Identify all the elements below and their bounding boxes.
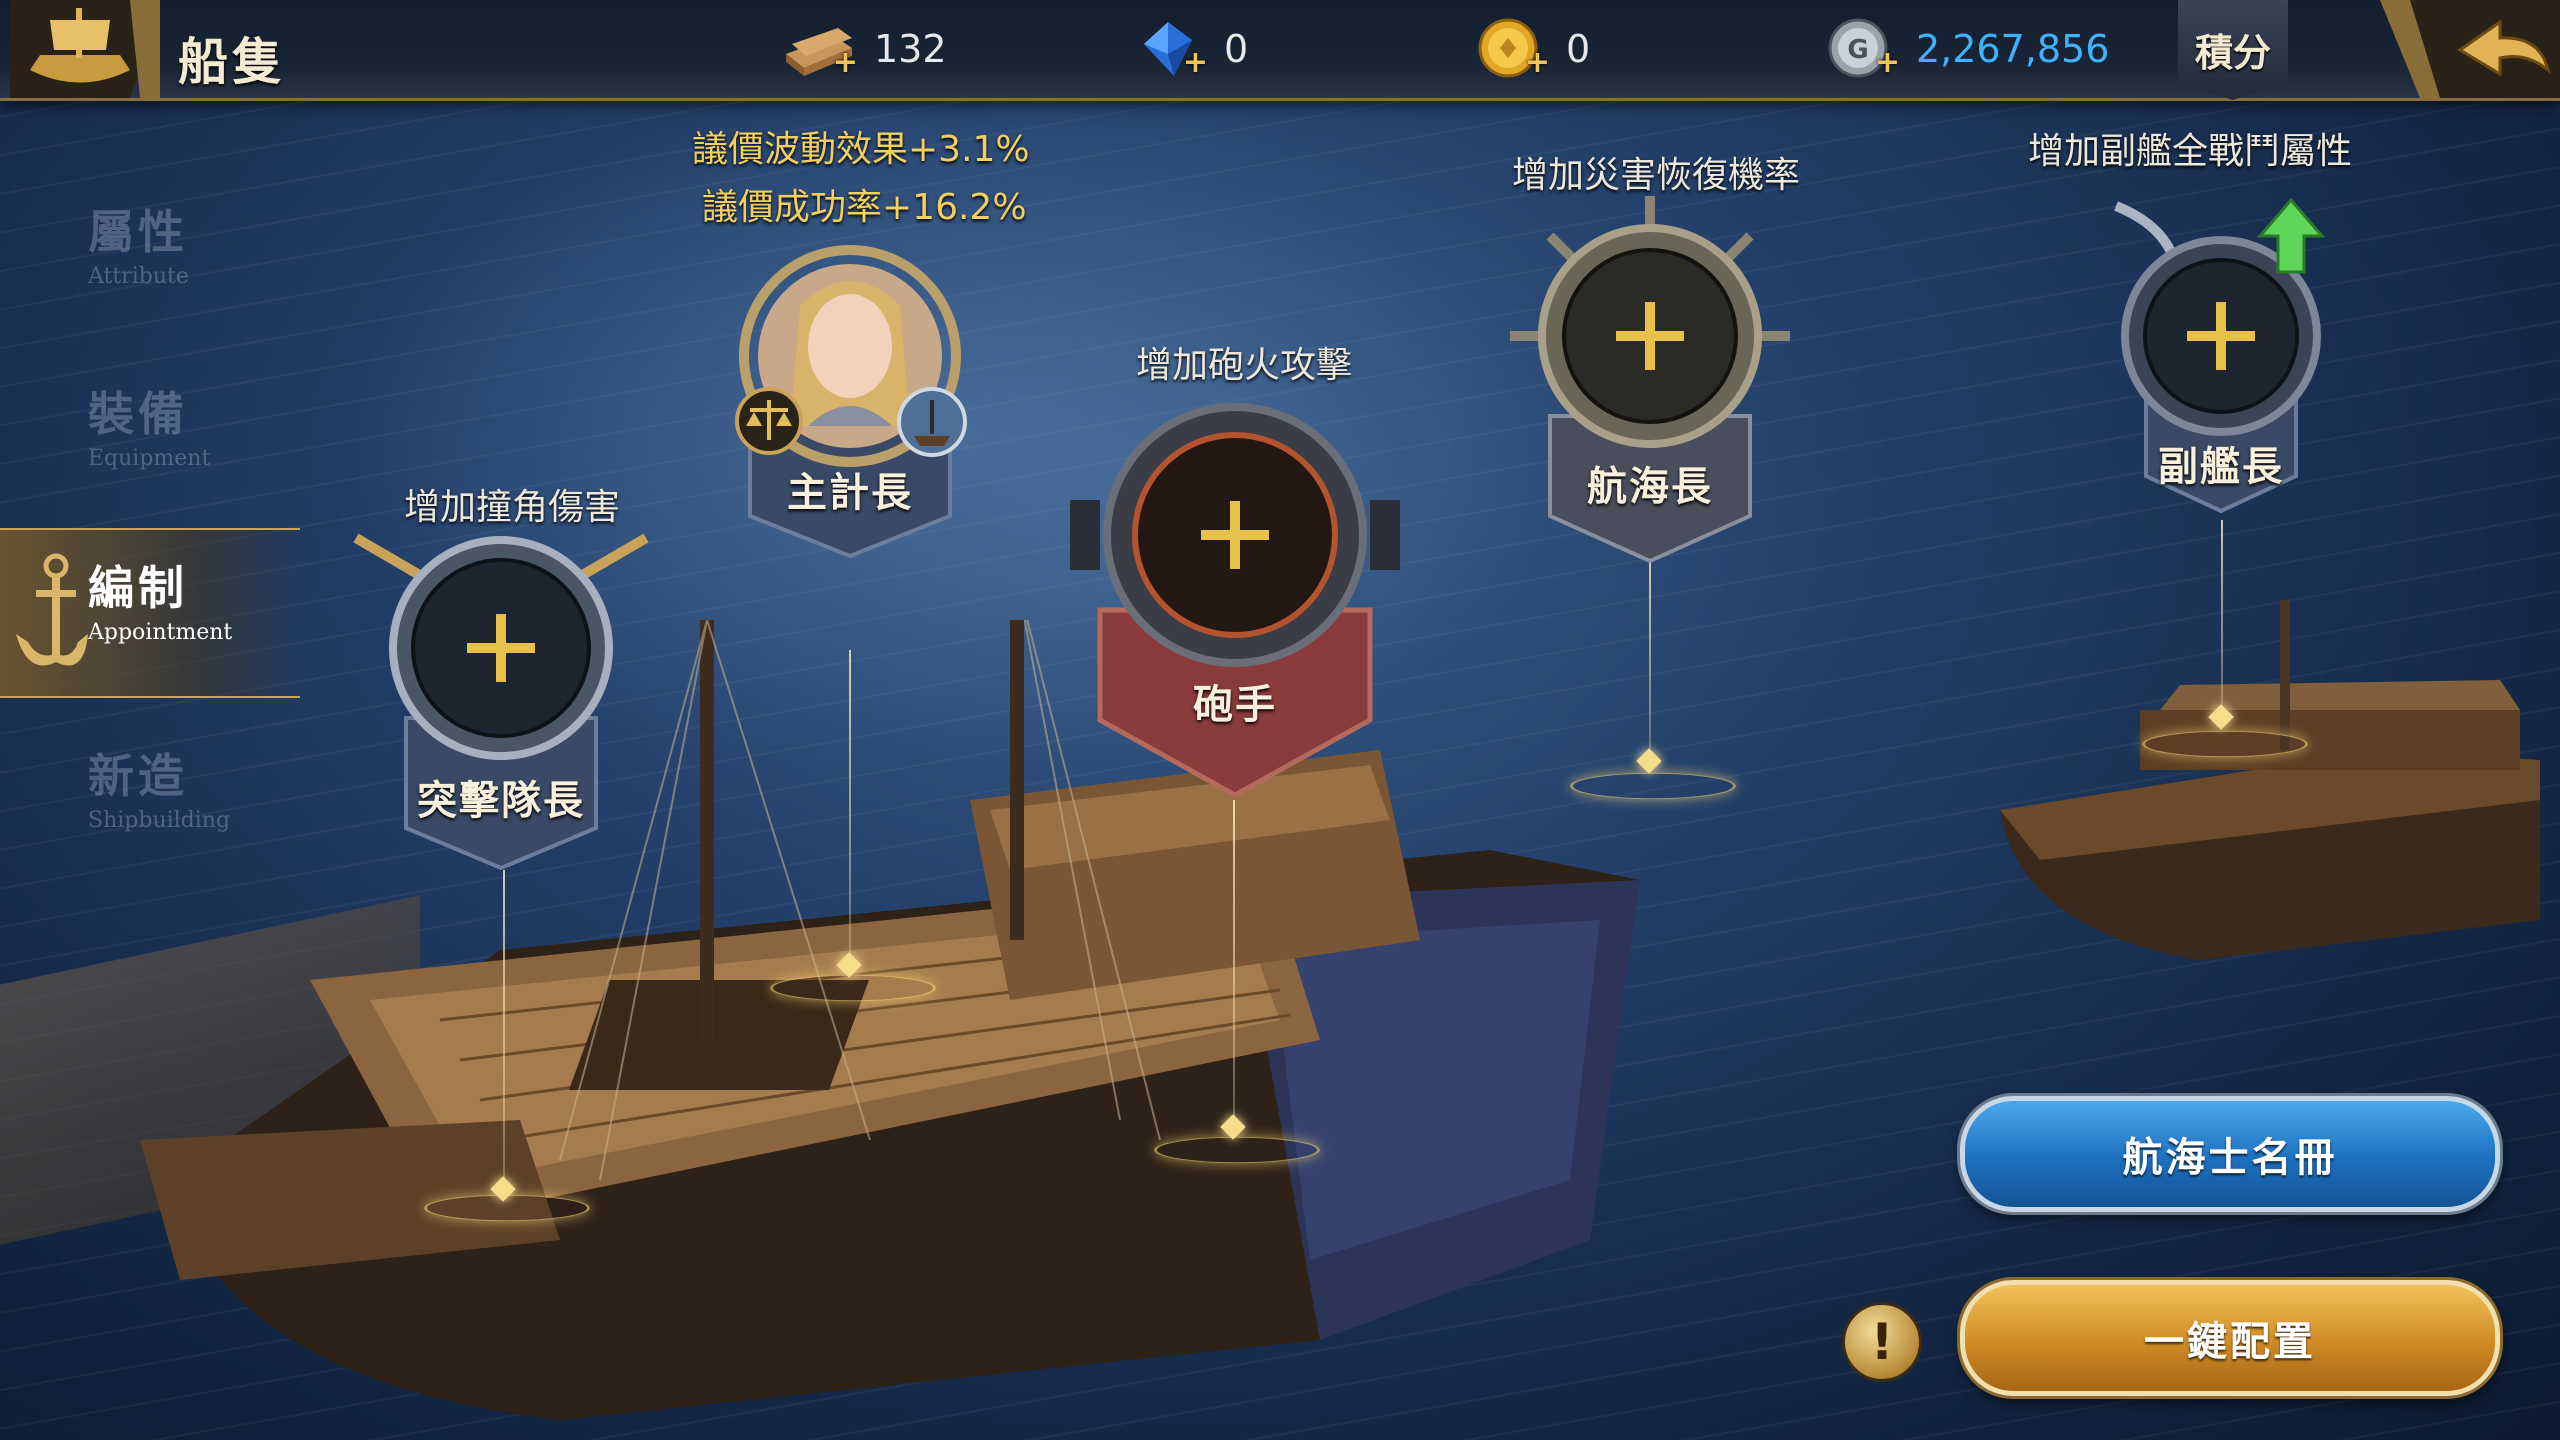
- escort-ship-illustration: [2000, 600, 2540, 960]
- navigator-bonus-text: 增加災害恢復機率: [1512, 155, 1801, 196]
- raider-bonus-text: 增加撞角傷害: [404, 487, 621, 528]
- top-bar: 船隻 + 132 + 0 + 0 G + 2,267,856 積分: [0, 0, 2560, 101]
- gunner-bonus-text: 增加砲火攻擊: [1136, 345, 1353, 386]
- sidebar-item-shipbuilding[interactable]: 新造 Shipbuilding: [88, 740, 308, 833]
- purser-leader-line: [849, 650, 851, 960]
- add-icon: +: [1524, 45, 1550, 80]
- sidebar-item-label: 屬性: [88, 205, 188, 259]
- gunner-slot-frame: [1070, 403, 1400, 798]
- slot-gunner[interactable]: 砲手: [1070, 400, 1400, 800]
- slot-navigator[interactable]: 航海長: [1510, 196, 1790, 566]
- slot-raider-label: 突擊隊長: [417, 777, 585, 824]
- purser-deck-marker: [770, 974, 936, 1002]
- sidebar-item-sublabel: Attribute: [88, 264, 189, 289]
- ship-emblem-icon: [10, 0, 160, 98]
- slot-gunner-label: 砲手: [1193, 681, 1277, 728]
- raider-slot-frame: [353, 533, 649, 871]
- ship-badge-icon: [897, 387, 967, 457]
- add-slot-icon: [1616, 302, 1684, 370]
- sidebar-item-attribute[interactable]: 屬性 Attribute: [88, 196, 308, 289]
- add-slot-icon: [467, 614, 535, 682]
- navigator-leader-line: [1649, 560, 1651, 755]
- info-button[interactable]: !: [1842, 1302, 1922, 1382]
- score-tab[interactable]: 積分: [2178, 0, 2288, 100]
- purser-bonus-line2: 議價成功率+16.2%: [702, 178, 1027, 230]
- raider-deck-marker: [424, 1194, 590, 1222]
- sidebar-item-appointment[interactable]: 編制 Appointment: [0, 528, 300, 698]
- slot-first-mate[interactable]: 副艦長: [2106, 186, 2336, 516]
- add-icon: +: [1874, 45, 1900, 80]
- resource-gold-value: 0: [1566, 27, 1591, 71]
- purser-bonus-line1-value: +3.1%: [908, 129, 1030, 170]
- purser-bonus-line1: 議價波動效果+3.1%: [692, 120, 1030, 172]
- add-icon: +: [832, 45, 858, 80]
- auto-assign-button[interactable]: 一鍵配置: [1960, 1280, 2500, 1396]
- slot-first-mate-label: 副艦長: [2158, 443, 2284, 490]
- sidebar-item-label: 新造: [88, 749, 188, 803]
- sidebar-item-sublabel: Appointment: [88, 620, 233, 645]
- navigator-roster-button[interactable]: 航海士名冊: [1960, 1096, 2500, 1212]
- resource-wood[interactable]: + 132: [778, 14, 947, 84]
- resource-silver[interactable]: G + 2,267,856: [1820, 14, 2109, 84]
- slot-raider-captain[interactable]: 突擊隊長: [353, 528, 649, 888]
- purser-bonus-line2-label: 議價成功率: [702, 187, 883, 228]
- resource-wood-value: 132: [874, 27, 947, 71]
- slot-purser[interactable]: 主計長: [730, 245, 970, 566]
- purser-bonus-line2-value: +16.2%: [882, 187, 1027, 228]
- scales-icon: [735, 387, 803, 455]
- add-slot-icon: [1201, 501, 1269, 569]
- sidebar-item-equipment[interactable]: 裝備 Equipment: [88, 378, 308, 471]
- resource-silver-value: 2,267,856: [1916, 27, 2110, 71]
- slot-purser-label: 主計長: [787, 469, 913, 516]
- svg-text:G: G: [1847, 35, 1868, 65]
- add-icon: +: [1182, 45, 1208, 80]
- anchor-icon: [16, 553, 88, 666]
- raider-leader-line: [503, 870, 505, 1190]
- resource-gold[interactable]: + 0: [1470, 14, 1590, 84]
- gunner-deck-marker: [1154, 1136, 1320, 1164]
- first-mate-bonus-text: 增加副艦全戰鬥屬性: [2028, 131, 2353, 172]
- sidebar-active-text: 編制 Appointment: [88, 552, 308, 645]
- gunner-leader-line: [1233, 800, 1235, 1130]
- back-arrow-icon[interactable]: [2380, 0, 2560, 98]
- first-mate-leader-line: [2221, 520, 2223, 710]
- sidebar-item-sublabel: Shipbuilding: [88, 808, 231, 833]
- slot-navigator-label: 航海長: [1587, 463, 1713, 510]
- resource-gem[interactable]: + 0: [1128, 14, 1248, 84]
- score-tab-label: 積分: [2194, 30, 2271, 75]
- upgrade-arrow-icon: [2256, 197, 2326, 274]
- first-mate-deck-marker: [2142, 730, 2308, 758]
- sidebar-item-label: 裝備: [88, 387, 188, 441]
- resource-gem-value: 0: [1224, 27, 1249, 71]
- page-title: 船隻: [178, 32, 286, 91]
- add-slot-icon: [2187, 302, 2255, 370]
- navigator-deck-marker: [1570, 772, 1736, 800]
- purser-bonus-line1-label: 議價波動效果: [692, 129, 909, 170]
- sidebar-item-sublabel: Equipment: [88, 446, 211, 471]
- sidebar-item-label: 編制: [88, 561, 188, 615]
